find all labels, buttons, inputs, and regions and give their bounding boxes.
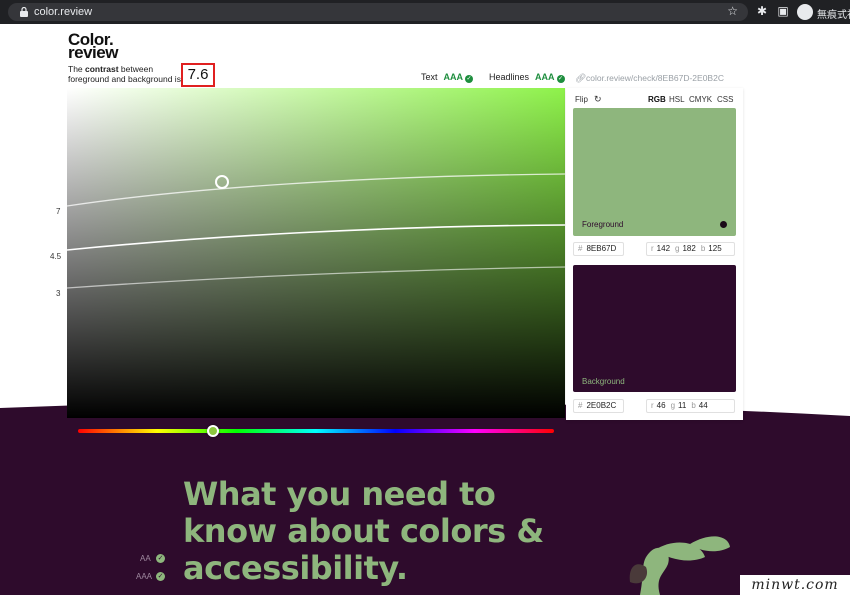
axis-label-7: 7 bbox=[56, 207, 61, 216]
headlines-rating: Headlines AAA ✓ bbox=[489, 72, 565, 83]
plant-illustration bbox=[629, 536, 730, 595]
tab-cmyk[interactable]: CMYK bbox=[689, 95, 712, 104]
flip-icon[interactable]: ↻ bbox=[594, 94, 602, 105]
foreground-hex-field[interactable]: #8EB67D bbox=[573, 242, 624, 256]
hero-heading: What you need to know about colors & acc… bbox=[183, 476, 563, 587]
check-icon: ✓ bbox=[556, 75, 565, 83]
share-url[interactable]: color.review/check/8EB67D-2E0B2C bbox=[586, 73, 724, 83]
contrast-curves bbox=[67, 173, 565, 289]
curve-4-5 bbox=[67, 224, 565, 251]
background-b: 44 bbox=[698, 401, 708, 410]
logo-line-2: review bbox=[68, 43, 118, 62]
aa-label: AA bbox=[140, 554, 151, 563]
hero-line-2: know about colors & bbox=[183, 512, 544, 550]
background-g: 11 bbox=[678, 401, 687, 410]
contrast-value: 7.6 bbox=[181, 63, 215, 87]
link-icon: 🔗︎ bbox=[575, 73, 587, 83]
background-hex-field[interactable]: #2E0B2C bbox=[573, 399, 624, 413]
tab-hsl[interactable]: HSL bbox=[669, 95, 685, 104]
headlines-rating-value: AAA bbox=[535, 72, 555, 82]
url-text: color.review bbox=[34, 6, 93, 18]
incognito-avatar-icon[interactable] bbox=[797, 4, 813, 20]
lock-icon bbox=[20, 7, 28, 17]
text-rating-label: Text bbox=[421, 72, 438, 82]
foreground-b: 125 bbox=[708, 244, 722, 253]
axis-label-3: 3 bbox=[56, 289, 61, 298]
text-rating: Text AAA ✓ bbox=[421, 72, 474, 83]
subtitle-bold: contrast bbox=[85, 64, 119, 74]
hero-line-1: What you need to bbox=[183, 475, 496, 513]
curve-3 bbox=[67, 266, 565, 289]
flip-button[interactable]: Flip bbox=[575, 95, 588, 104]
bookmark-star-icon[interactable]: ☆ bbox=[727, 4, 738, 18]
side-panel-icon[interactable]: ▣ bbox=[776, 4, 790, 18]
axis-label-4-5: 4.5 bbox=[50, 252, 62, 261]
hue-slider-handle[interactable] bbox=[207, 425, 219, 437]
hero-line-3: accessibility. bbox=[183, 549, 408, 587]
picker-handle[interactable] bbox=[215, 175, 229, 189]
check-icon: ✓ bbox=[465, 75, 474, 83]
contrast-subtitle: The contrast between foreground and back… bbox=[68, 64, 188, 84]
watermark: minwt.com bbox=[740, 575, 850, 595]
curve-7 bbox=[67, 173, 565, 207]
text-rating-value: AAA bbox=[443, 72, 464, 82]
address-bar[interactable]: color.review ☆ bbox=[8, 3, 748, 21]
color-picker-area[interactable] bbox=[67, 88, 565, 418]
foreground-rgb-field[interactable]: r 142 g 182 b 125 bbox=[646, 242, 735, 256]
aaa-check-icon: ✓ bbox=[156, 572, 165, 581]
background-swatch[interactable] bbox=[573, 265, 736, 392]
foreground-label: Foreground bbox=[582, 220, 624, 229]
browser-toolbar: color.review ☆ ✱ ▣ 無痕式視 bbox=[0, 0, 850, 24]
background-r: 46 bbox=[656, 401, 666, 410]
extensions-icon[interactable]: ✱ bbox=[755, 4, 769, 18]
background-label: Background bbox=[582, 377, 625, 386]
incognito-label: 無痕式視 bbox=[817, 10, 850, 21]
foreground-indicator bbox=[720, 221, 727, 228]
tab-css[interactable]: CSS bbox=[717, 95, 733, 104]
foreground-swatch[interactable] bbox=[573, 108, 736, 236]
tab-rgb[interactable]: RGB bbox=[648, 95, 666, 104]
foreground-hex: 8EB67D bbox=[586, 244, 617, 253]
foreground-g: 182 bbox=[682, 244, 696, 253]
headlines-rating-label: Headlines bbox=[489, 72, 530, 82]
hue-slider[interactable] bbox=[78, 429, 554, 433]
background-hex: 2E0B2C bbox=[586, 401, 617, 410]
aa-check-icon: ✓ bbox=[156, 554, 165, 563]
aaa-label: AAA bbox=[136, 572, 153, 581]
site-logo[interactable]: Color. review bbox=[68, 31, 118, 62]
background-rgb-field[interactable]: r 46 g 11 b 44 bbox=[646, 399, 735, 413]
subtitle-pre: The bbox=[68, 64, 86, 74]
foreground-r: 142 bbox=[656, 244, 671, 253]
